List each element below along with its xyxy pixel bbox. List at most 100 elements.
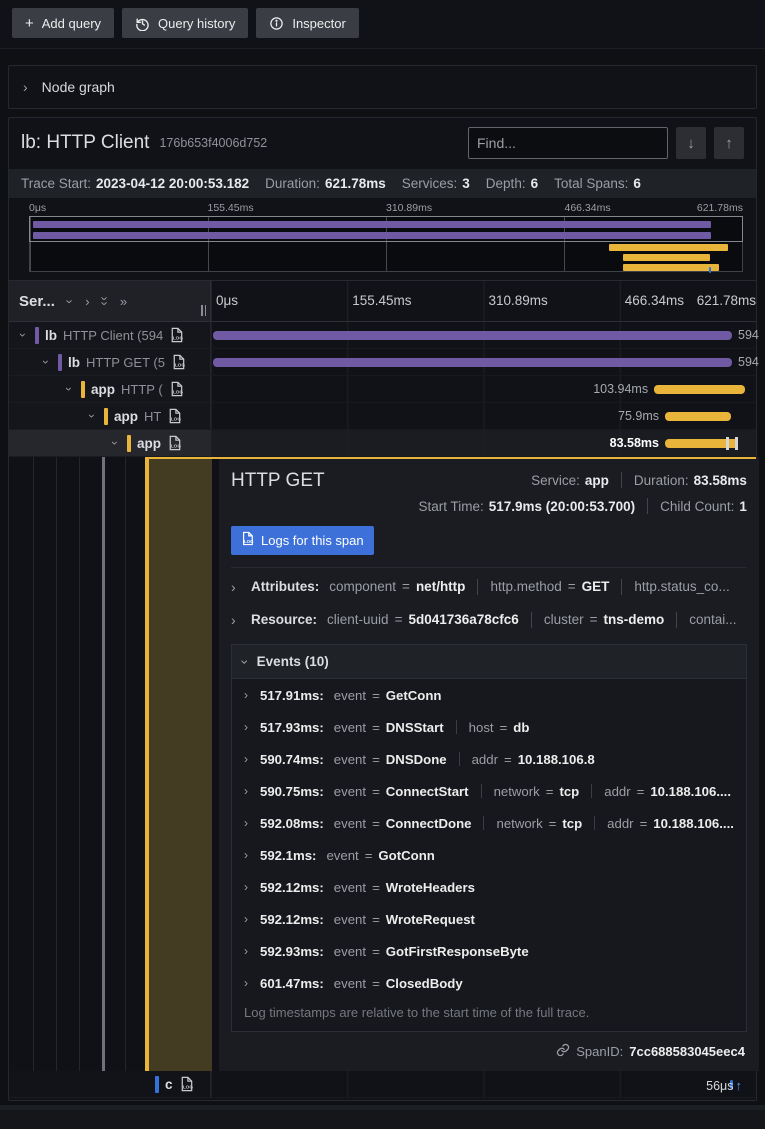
event-row[interactable]: ›517.91ms:event=GetConn — [232, 679, 746, 711]
attributes-row[interactable]: › Attributes: component=net/httphttp.met… — [231, 570, 747, 603]
event-tick-marker — [735, 437, 738, 450]
event-row[interactable]: ›592.08ms:event=ConnectDonenetwork=tcpad… — [232, 807, 746, 839]
span-timeline-cell[interactable]: 103.94ms — [211, 376, 756, 403]
span-name-cell[interactable]: ›appLOG — [9, 430, 211, 457]
prev-result-button[interactable]: ↑ — [714, 127, 744, 159]
svg-text:LOG: LOG — [171, 417, 182, 422]
history-icon — [135, 16, 150, 31]
span-name-cell[interactable]: ›appHTLOG — [9, 403, 211, 430]
operation-name: HTTP Client (594 — [63, 328, 163, 343]
attr-value: ConnectDone — [386, 816, 472, 831]
span-name-cell[interactable]: ›lbHTTP GET (5LOG — [9, 349, 211, 376]
span-row[interactable]: cLOG56μs↑ — [9, 1071, 756, 1098]
span-row[interactable]: ›lbHTTP Client (594LOG 594 — [9, 322, 756, 349]
span-timeline-cell[interactable]: 75.9ms — [211, 403, 756, 430]
span-duration-bar — [213, 331, 732, 340]
span-duration-label: 83.58ms — [610, 436, 659, 450]
equals-sign: = — [372, 944, 380, 959]
event-row[interactable]: ›592.1ms:event=GotConn — [232, 839, 746, 871]
span-duration-label: 594 — [738, 328, 759, 342]
equals-sign: = — [549, 816, 557, 831]
span-name-cell[interactable]: ›appHTTP (LOG — [9, 376, 211, 403]
span-row[interactable]: ›lbHTTP GET (5LOG594 — [9, 349, 756, 376]
divider — [594, 816, 595, 830]
timeline-tick-label: 466.34ms — [620, 293, 684, 308]
service-color-bar — [81, 381, 85, 398]
trace-meta-item: Depth:6 — [486, 176, 538, 191]
equals-sign: = — [365, 848, 373, 863]
event-row[interactable]: ›590.75ms:event=ConnectStartnetwork=tcpa… — [232, 775, 746, 807]
resource-row[interactable]: › Resource: client-uuid=5d041736a78cfc6c… — [231, 603, 747, 636]
timeline-tick-label: 155.45ms — [208, 202, 254, 214]
link-icon[interactable] — [556, 1043, 570, 1060]
svg-text:LOG: LOG — [244, 539, 254, 544]
span-name-cell[interactable]: cLOG — [9, 1071, 211, 1098]
attr-key: http.method — [490, 579, 561, 594]
column-resizer-handle[interactable] — [201, 305, 206, 316]
equals-sign: = — [637, 784, 645, 799]
chevron-down-icon[interactable]: › — [40, 356, 52, 368]
attr-value: GET — [582, 579, 610, 594]
event-row[interactable]: ›517.93ms:event=DNSStarthost=db — [232, 711, 746, 743]
event-pairs: event=WroteHeaders — [334, 880, 475, 895]
event-pairs: event=GotConn — [326, 848, 434, 863]
span-row[interactable]: ›appHTLOG75.9ms — [9, 403, 756, 430]
query-toolbar: + Add query Query history Inspector — [0, 0, 765, 49]
add-query-button[interactable]: + Add query — [12, 8, 114, 38]
event-row[interactable]: ›601.47ms:event=ClosedBody — [232, 967, 746, 999]
equals-sign: = — [590, 612, 598, 627]
event-timestamp: 590.74ms: — [260, 752, 324, 767]
chevron-down-icon[interactable]: › — [86, 410, 98, 422]
event-timestamp: 592.12ms: — [260, 880, 324, 895]
span-row[interactable]: ›appHTTP (LOG103.94ms — [9, 376, 756, 403]
attr-value: db — [513, 720, 529, 735]
span-timeline-cell[interactable]: 83.58ms — [211, 430, 756, 457]
start-time-label: Start Time: — [419, 499, 484, 514]
chevron-right-icon: › — [244, 913, 260, 925]
chevron-down-icon[interactable]: › — [109, 437, 121, 449]
expand-one-icon[interactable]: › — [85, 294, 89, 309]
node-graph-panel[interactable]: › Node graph — [8, 65, 757, 109]
event-row[interactable]: ›592.12ms:event=WroteRequest — [232, 903, 746, 935]
span-row[interactable]: ›appLOG 83.58ms — [9, 430, 756, 457]
meta-value: 2023-04-12 20:00:53.182 — [96, 176, 249, 191]
divider — [621, 472, 622, 488]
event-row[interactable]: ›592.12ms:event=WroteHeaders — [232, 871, 746, 903]
attributes-pairs: component=net/httphttp.method=GEThttp.st… — [329, 579, 729, 595]
divider — [531, 612, 532, 628]
minimap-tick-labels: 0μs155.45ms310.89ms466.34ms621.78ms — [29, 202, 743, 216]
tree-guide-line — [79, 457, 80, 1071]
equals-sign: = — [500, 720, 508, 735]
span-operation-title: HTTP GET — [231, 467, 336, 524]
collapse-all-icon[interactable]: ›› — [103, 296, 107, 306]
log-icon: LOG — [241, 531, 254, 549]
service-name: lb — [68, 355, 80, 370]
span-duration-label: 594 — [738, 355, 759, 369]
span-name-cell[interactable]: ›lbHTTP Client (594LOG — [9, 322, 211, 349]
chevron-down-icon[interactable]: › — [63, 383, 75, 395]
event-row[interactable]: ›590.74ms:event=DNSDoneaddr=10.188.106.8 — [232, 743, 746, 775]
timeline-tick-label: 310.89ms — [386, 202, 432, 214]
next-result-button[interactable]: ↓ — [676, 127, 706, 159]
trace-meta-item: Services:3 — [402, 176, 470, 191]
attr-value: 10.188.106.8 — [518, 752, 595, 767]
caret-down-icon[interactable]: › — [63, 299, 78, 303]
chevron-down-icon[interactable]: › — [17, 329, 29, 341]
logs-for-span-button[interactable]: LOG Logs for this span — [231, 526, 374, 555]
query-history-button[interactable]: Query history — [122, 8, 248, 38]
find-input[interactable] — [468, 127, 668, 159]
trace-minimap[interactable]: 0μs155.45ms310.89ms466.34ms621.78ms — [9, 198, 756, 278]
span-timeline-cell[interactable]: 594 — [211, 349, 756, 376]
service-name: app — [91, 382, 115, 397]
event-timestamp: 590.75ms: — [260, 784, 324, 799]
events-header[interactable]: › Events (10) — [232, 645, 746, 679]
span-timeline-cell[interactable]: 594 — [211, 322, 756, 349]
attr-key: addr — [604, 784, 630, 799]
meta-value: 3 — [462, 176, 470, 191]
expand-all-icon[interactable]: » — [120, 294, 127, 309]
event-row[interactable]: ›592.93ms:event=GotFirstResponseByte — [232, 935, 746, 967]
span-timeline-cell[interactable]: 56μs↑ — [211, 1071, 756, 1098]
inspector-button[interactable]: Inspector — [256, 8, 358, 38]
minimap-canvas[interactable] — [29, 216, 743, 272]
timeline-tick-label: 466.34ms — [565, 202, 611, 214]
